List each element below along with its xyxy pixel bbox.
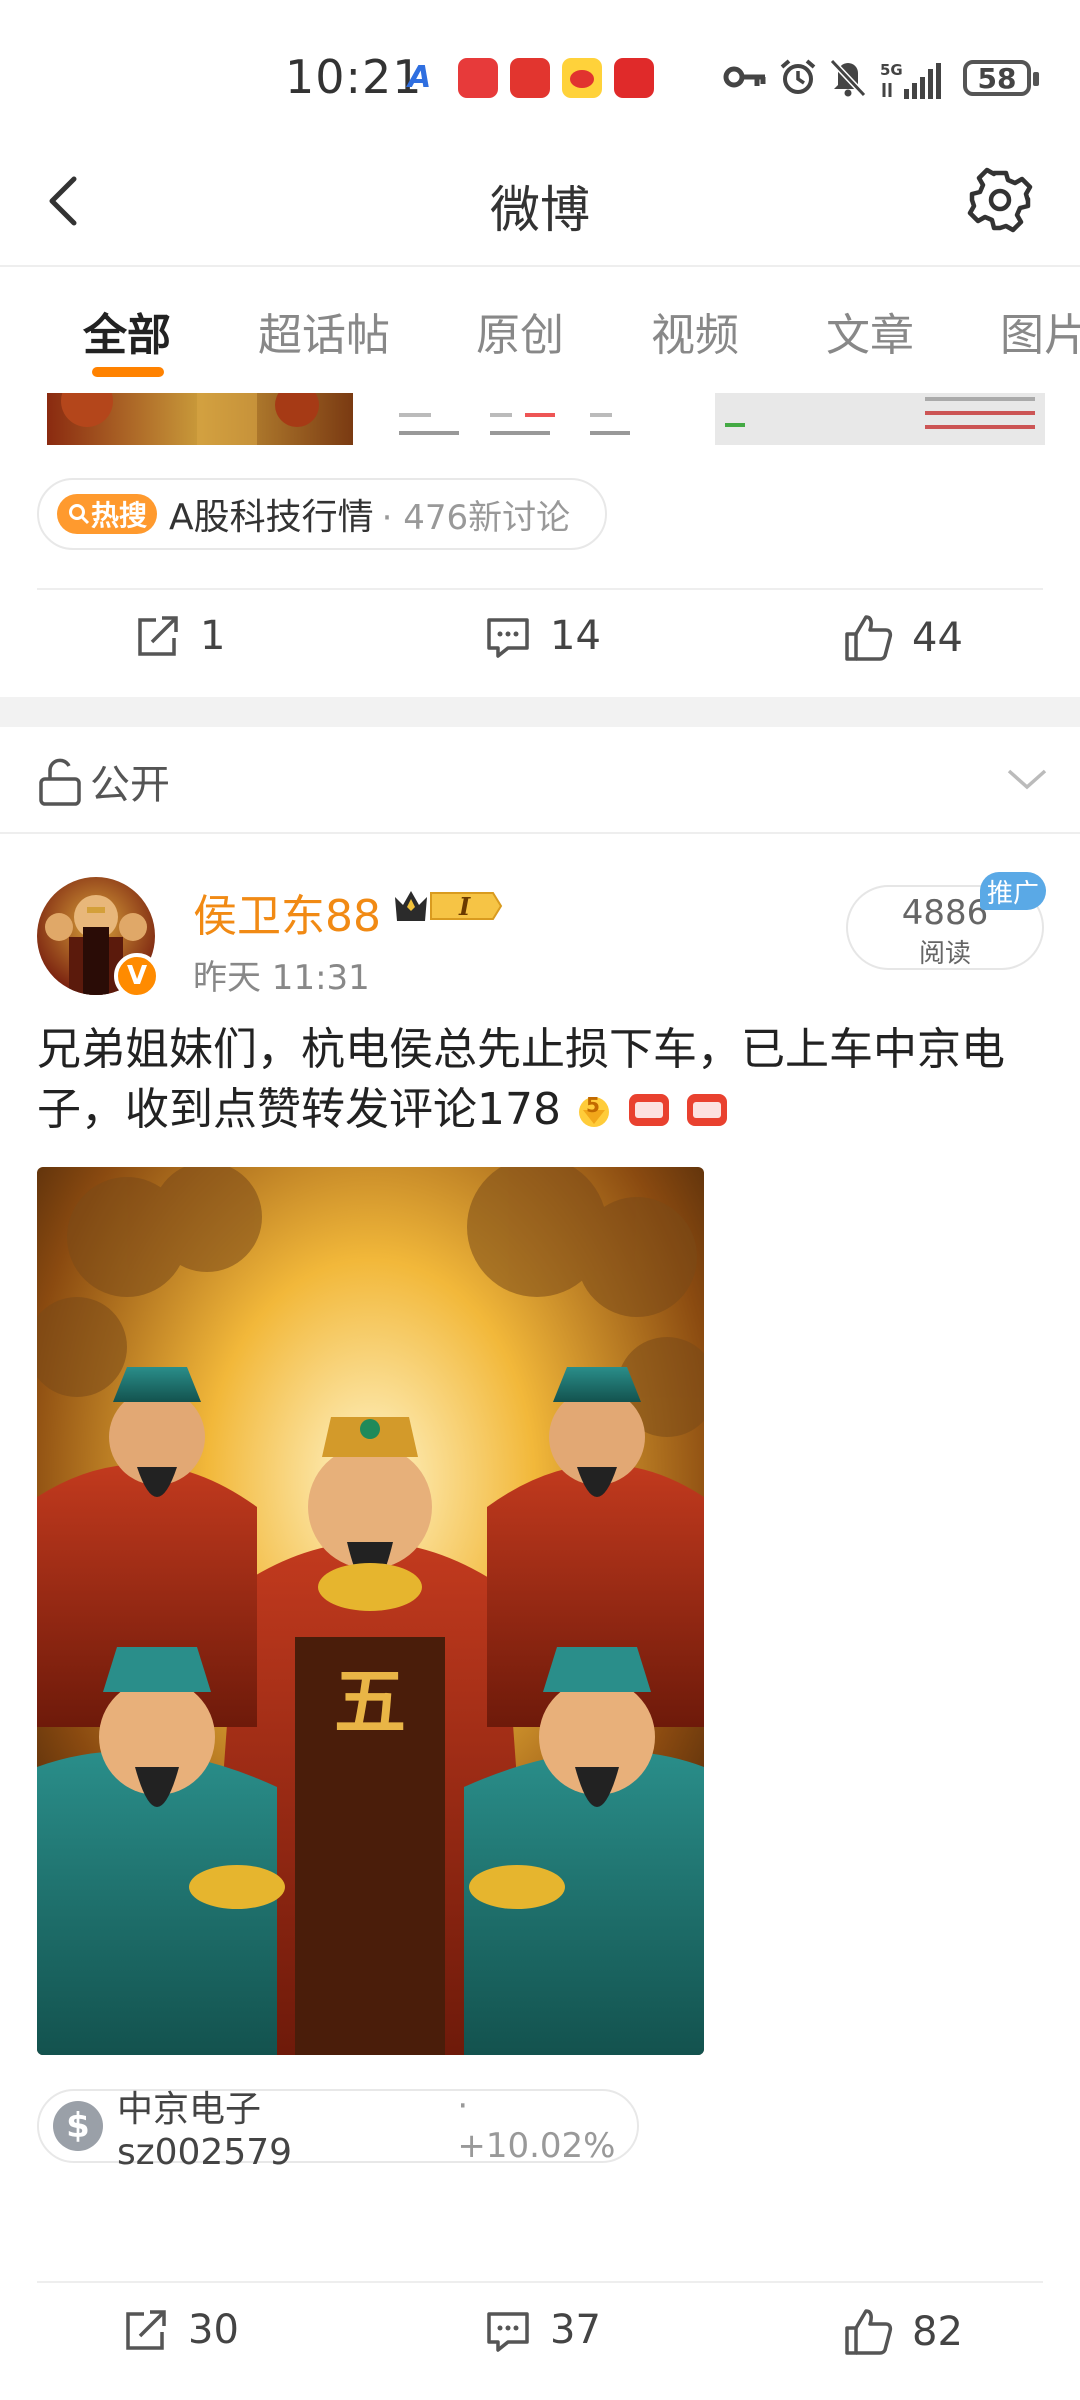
- like-button[interactable]: 82: [842, 2306, 963, 2358]
- emoji-sticker-icon: [686, 1094, 727, 1126]
- tab-video[interactable]: 视频: [651, 299, 739, 363]
- comment-button[interactable]: 37: [484, 2306, 601, 2354]
- huawei-app-icon: [458, 58, 498, 98]
- comment-button[interactable]: 14: [484, 612, 601, 660]
- hot-discussion-count: · 476新讨论: [381, 497, 571, 538]
- visibility-label: 公开: [90, 762, 170, 808]
- hot-search-tag[interactable]: 热搜 A股科技行情 · 476新讨论: [37, 478, 607, 550]
- hot-badge-label: 热搜: [91, 499, 148, 532]
- comment-icon: [487, 2312, 529, 2352]
- repost-count: 1: [200, 613, 226, 659]
- weibo-app-icon: [562, 58, 602, 98]
- section-gap: [0, 697, 1080, 727]
- post-text: 兄弟姐妹们，杭电侯总先止损下车，已上车中京电子，收到点赞转发评论178 5: [37, 1020, 1047, 1140]
- tab-supertopic[interactable]: 超话帖: [258, 299, 390, 363]
- crown-icon: I: [395, 891, 503, 921]
- a-icon: A: [408, 59, 432, 95]
- repost-icon: [138, 616, 178, 656]
- post-body: 兄弟姐妹们，杭电侯总先止损下车，已上车中京电子，收到点赞转发评论178: [37, 1024, 1005, 1135]
- svg-text:I: I: [458, 892, 471, 921]
- promotion-badge: 推广: [980, 872, 1046, 910]
- tab-all[interactable]: 全部: [83, 299, 171, 363]
- top-navbar: 微博: [0, 150, 1080, 265]
- read-label: 阅读: [918, 939, 971, 969]
- thumbs-up-icon: [845, 2309, 893, 2355]
- repost-count: 30: [188, 2307, 239, 2353]
- svg-text:5: 5: [586, 1093, 600, 1117]
- dollar-icon: $: [53, 2101, 103, 2151]
- like-count: 44: [912, 615, 963, 661]
- visibility-row[interactable]: 公开: [0, 727, 1080, 832]
- active-tab-indicator: [92, 367, 164, 377]
- filter-tabs: 全部 超话帖 原创 视频 文章 图片: [0, 267, 1080, 387]
- stock-change: · +10.02%: [457, 2086, 616, 2166]
- mute-bell-icon: [830, 52, 866, 102]
- post-image[interactable]: 五: [37, 1167, 704, 2055]
- svg-text:五: 五: [334, 1659, 406, 1744]
- action-divider: [37, 588, 1043, 590]
- prev-post-image[interactable]: [395, 393, 695, 445]
- prev-post-image[interactable]: [47, 393, 353, 445]
- unlock-icon: [39, 758, 81, 806]
- like-button[interactable]: 44: [842, 612, 963, 664]
- hot-search-badge: 热搜: [57, 494, 158, 534]
- repost-button[interactable]: 1: [134, 612, 225, 660]
- thumbs-up-icon: [845, 615, 893, 661]
- post-time: 昨天 11:31: [193, 958, 370, 998]
- emoji-sticker-icon: [628, 1094, 669, 1126]
- like-count: 82: [912, 2309, 963, 2355]
- alarm-icon: [778, 52, 818, 102]
- vip-badge[interactable]: I: [393, 885, 505, 927]
- stock-tag[interactable]: $ 中京电子 sz002579 · +10.02%: [37, 2086, 639, 2173]
- svg-text:5G: 5G: [880, 61, 903, 79]
- tab-image[interactable]: 图片: [1000, 299, 1080, 363]
- settings-button[interactable]: [965, 165, 1035, 235]
- stock-name: 中京电子 sz002579: [116, 2088, 293, 2173]
- comment-count: 37: [550, 2307, 601, 2353]
- jd-app-icon: [510, 58, 550, 98]
- repost-button[interactable]: 30: [122, 2306, 239, 2354]
- chevron-down-icon[interactable]: [1005, 765, 1049, 793]
- key-icon: [723, 52, 767, 102]
- comment-count: 14: [550, 613, 601, 659]
- verified-badge: V: [114, 953, 160, 999]
- tab-original[interactable]: 原创: [476, 299, 564, 363]
- hot-topic-label: A股科技行情: [169, 497, 374, 538]
- gear-icon: [967, 167, 1033, 233]
- action-divider: [37, 2281, 1043, 2283]
- signal-icon: 5G: [880, 56, 944, 106]
- tab-article[interactable]: 文章: [826, 299, 914, 363]
- battery-indicator: 58: [963, 60, 1039, 96]
- username[interactable]: 侯卫东88: [193, 880, 381, 944]
- comment-icon: [487, 618, 529, 658]
- visibility-divider: [0, 832, 1080, 834]
- stock-app-icon: [614, 58, 654, 98]
- search-icon: [69, 504, 90, 525]
- prev-post-image[interactable]: [715, 393, 1045, 445]
- five-hand-emoji-icon: 5: [578, 1093, 609, 1127]
- status-time: 10:21: [285, 50, 423, 104]
- status-bar: 10:21 A 5G 58: [0, 0, 1080, 150]
- page-title: 微博: [490, 181, 590, 239]
- repost-icon: [126, 2310, 166, 2350]
